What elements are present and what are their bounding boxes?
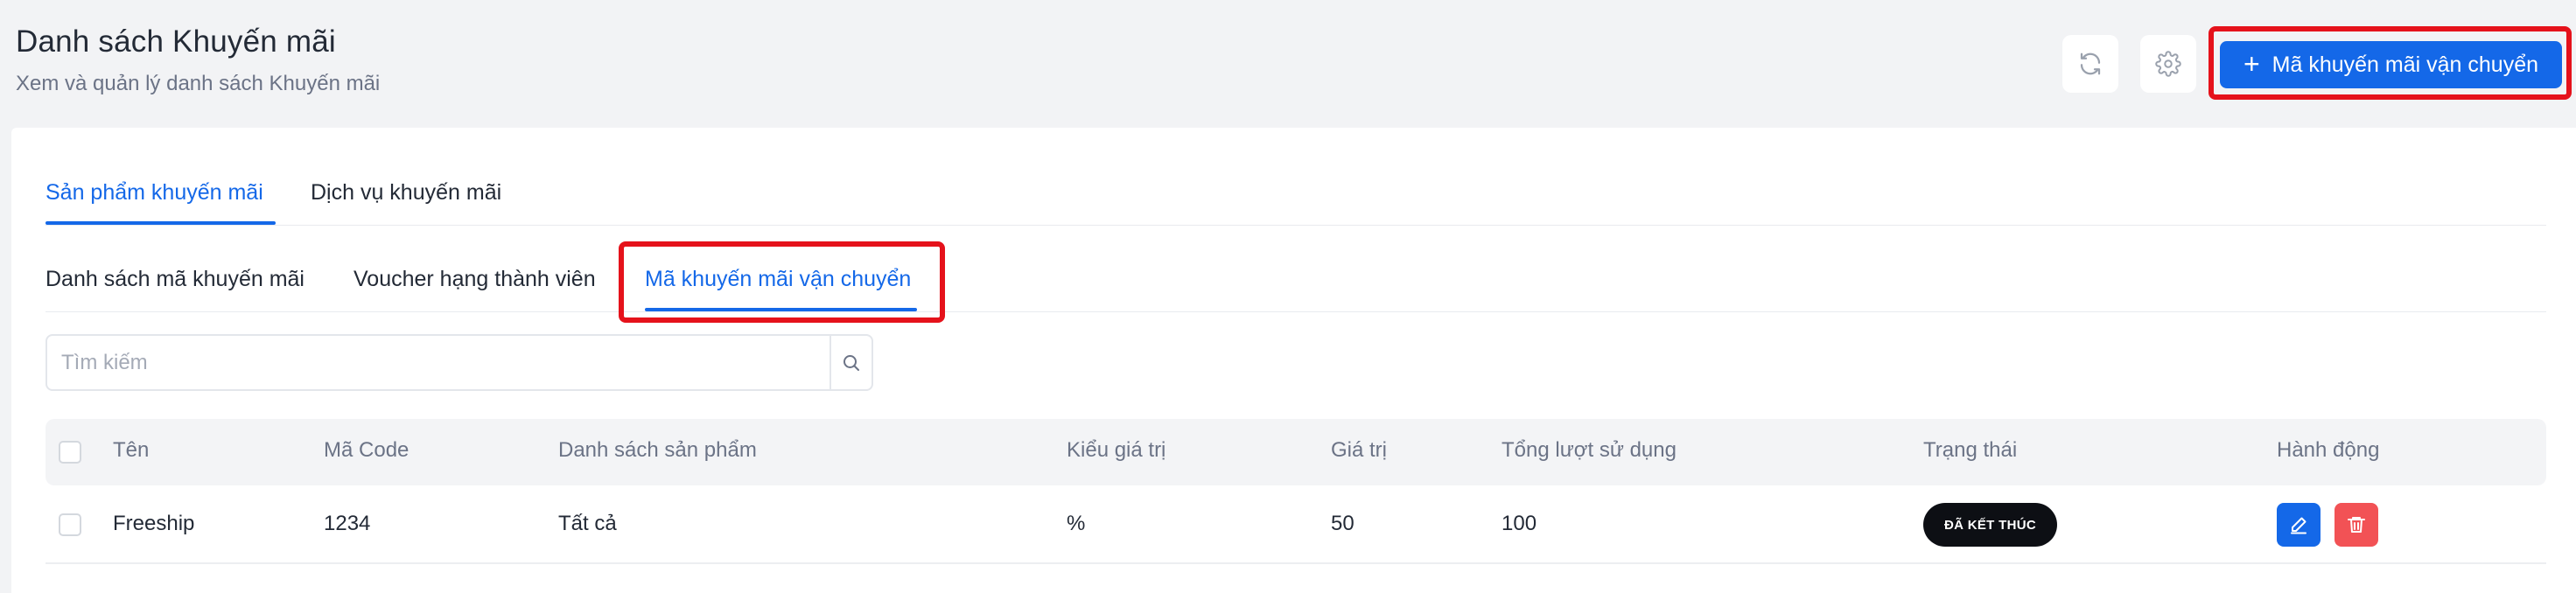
page-title: Danh sách Khuyến mãi	[16, 24, 336, 59]
cell-value: 50	[1331, 512, 1354, 535]
search-box	[46, 334, 873, 391]
tab-shipping-promo-code[interactable]: Mã khuyến mãi vận chuyển	[645, 267, 911, 292]
add-shipping-promo-button-label: Mã khuyến mãi vận chuyển	[2272, 52, 2539, 77]
edit-button[interactable]	[2277, 503, 2320, 547]
refresh-button[interactable]	[2062, 35, 2118, 93]
column-header-actions: Hành động	[2277, 438, 2380, 462]
refresh-icon	[2080, 52, 2101, 75]
column-header-value-type: Kiểu giá trị	[1067, 438, 1166, 462]
plus-icon: +	[2243, 47, 2260, 80]
cell-products: Tất cả	[558, 512, 617, 535]
gear-icon	[2155, 51, 2181, 77]
page-header: Danh sách Khuyến mãi Xem và quản lý danh…	[0, 0, 2576, 128]
add-shipping-promo-button[interactable]: + Mã khuyến mãi vận chuyển	[2220, 41, 2562, 88]
column-header-value: Giá trị	[1331, 438, 1388, 462]
sub-tabs-divider	[46, 311, 2546, 312]
tab-promo-code-list[interactable]: Danh sách mã khuyến mãi	[46, 267, 304, 292]
search-input[interactable]	[61, 336, 831, 389]
page-subtitle: Xem và quản lý danh sách Khuyến mãi	[16, 72, 381, 95]
table-header: Tên Mã Code Danh sách sản phẩm Kiểu giá …	[46, 419, 2546, 485]
column-header-name: Tên	[113, 438, 150, 462]
column-header-status: Trạng thái	[1923, 438, 2018, 462]
cell-value-type: %	[1067, 512, 1086, 535]
status-badge: ĐÃ KẾT THÚC	[1923, 503, 2057, 547]
tab-promo-products[interactable]: Sản phẩm khuyến mãi	[46, 180, 263, 206]
cell-name: Freeship	[113, 512, 195, 535]
cell-code: 1234	[324, 512, 371, 535]
pencil-icon	[2291, 517, 2306, 534]
select-all-checkbox[interactable]	[59, 441, 81, 464]
column-header-code: Mã Code	[324, 438, 410, 462]
column-header-total-usage: Tổng lượt sử dụng	[1502, 438, 1676, 462]
main-tabs-divider	[46, 225, 2546, 226]
delete-button[interactable]	[2334, 503, 2378, 547]
tab-member-voucher[interactable]: Voucher hạng thành viên	[354, 267, 596, 292]
trash-icon	[2348, 517, 2365, 533]
cell-total-usage: 100	[1502, 512, 1537, 535]
search-icon	[844, 354, 859, 371]
main-card: Sản phẩm khuyến mãi Dịch vụ khuyến mãi D…	[11, 128, 2576, 593]
table-row: Freeship 1234 Tất cả % 50 100 ĐÃ KẾT THÚ…	[46, 485, 2546, 564]
tab-promo-services[interactable]: Dịch vụ khuyến mãi	[311, 180, 501, 206]
search-button[interactable]	[830, 336, 872, 389]
row-checkbox[interactable]	[59, 513, 81, 536]
column-header-products: Danh sách sản phẩm	[558, 438, 757, 462]
settings-button[interactable]	[2140, 35, 2196, 93]
